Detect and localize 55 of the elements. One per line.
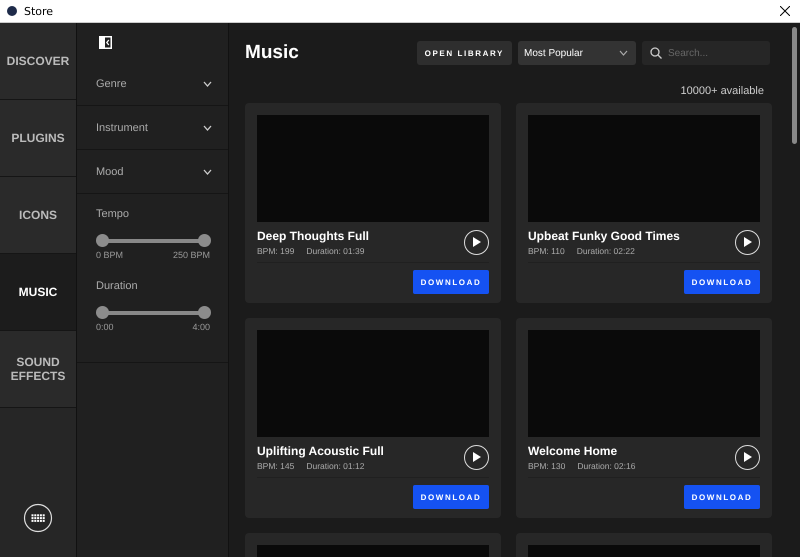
track-bpm: BPM: 199: [257, 246, 294, 256]
track-title: Uplifting Acoustic Full: [257, 444, 384, 458]
nav-tab[interactable]: ICONS: [0, 177, 76, 254]
chevron-down-icon: [203, 80, 212, 86]
play-button[interactable]: [464, 230, 489, 254]
slider-min: 0:00: [96, 322, 114, 332]
open-library-button[interactable]: OPEN LIBRARY: [416, 41, 512, 65]
slider-max: 250 BPM: [172, 250, 210, 260]
download-button[interactable]: DOWNLOAD: [413, 485, 489, 509]
track-duration: Duration: 01:39: [306, 246, 364, 256]
app-icon: [7, 6, 17, 16]
play-icon: [743, 237, 752, 247]
sort-dropdown[interactable]: Most Popular: [518, 41, 636, 65]
results-count: 10000+ available: [680, 85, 764, 97]
nav-tab[interactable]: PLUGINS: [0, 100, 76, 177]
slider-min: 0 BPM: [96, 250, 124, 260]
download-button[interactable]: DOWNLOAD: [413, 270, 489, 294]
play-icon: [472, 452, 481, 462]
slider-max: 4:00: [192, 322, 210, 332]
download-button[interactable]: DOWNLOAD: [684, 270, 760, 294]
play-button[interactable]: [735, 230, 760, 254]
grid-icon[interactable]: [23, 503, 53, 533]
play-button[interactable]: [464, 444, 489, 470]
window-title: Store: [24, 4, 54, 18]
slider-label: Duration: [96, 280, 139, 292]
track-duration: Duration: 01:12: [306, 460, 364, 470]
track-bpm: BPM: 130: [528, 460, 566, 470]
search-icon: [650, 47, 662, 59]
nav-tab[interactable]: MUSIC: [0, 254, 76, 331]
track-duration: Duration: 02:22: [576, 246, 635, 256]
filter-dropdown[interactable]: Genre: [77, 62, 228, 106]
filter-dropdown[interactable]: Instrument: [77, 106, 228, 150]
chevron-down-icon: [619, 50, 628, 56]
track-title: Deep Thoughts Full: [257, 228, 369, 242]
chevron-down-icon: [203, 124, 212, 130]
nav-tab[interactable]: DISCOVER: [0, 23, 76, 100]
nav-tab[interactable]: SOUND EFFECTS: [0, 331, 76, 408]
play-icon: [743, 452, 752, 462]
track-title: Upbeat Funky Good Times: [528, 228, 680, 242]
track-bpm: BPM: 110: [528, 246, 565, 256]
track-duration: Duration: 02:16: [577, 460, 636, 470]
play-button[interactable]: [735, 444, 760, 470]
scrollbar[interactable]: [792, 27, 797, 144]
collapse-panel-icon[interactable]: [99, 36, 112, 49]
chevron-down-icon: [203, 168, 212, 174]
range-slider[interactable]: [96, 306, 210, 319]
track-title: Welcome Home: [528, 444, 618, 458]
play-icon: [472, 237, 481, 247]
filter-dropdown[interactable]: Mood: [77, 150, 228, 194]
search-field[interactable]: Search...: [642, 41, 770, 65]
range-slider[interactable]: [96, 234, 210, 247]
download-button[interactable]: DOWNLOAD: [684, 485, 760, 509]
track-bpm: BPM: 145: [257, 460, 294, 470]
slider-label: Tempo: [96, 208, 130, 220]
page-title: Music: [245, 42, 299, 64]
